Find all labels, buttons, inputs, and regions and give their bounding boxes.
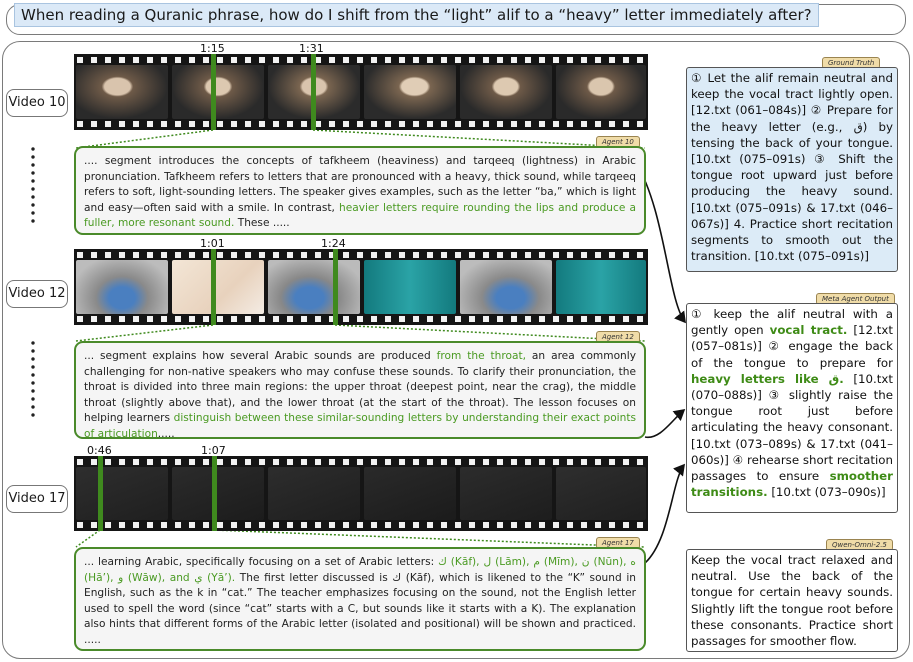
summary-text: ... learning Arabic, specifically focusi… [84,556,439,568]
video-frame [172,467,264,520]
timestamp-marker [211,54,216,130]
video-frame [460,260,552,314]
video-label: Video 10 [6,89,68,117]
video-label: Video 17 [6,485,68,513]
highlighted-text: heavy letters like ق. [691,371,844,386]
ellipsis-dots [31,145,35,227]
qwen-text: Keep the vocal tract relaxed and neutral… [691,553,893,649]
video-filmstrip[interactable] [74,249,648,325]
video-filmstrip[interactable] [74,456,648,531]
agent-summary-box: ... learning Arabic, specifically focusi… [74,547,646,651]
summary-text: These ..... [234,217,290,230]
timestamp-label: 1:01 [200,237,225,250]
timestamp-label: 1:31 [299,42,324,55]
video-frame [364,467,456,520]
timestamp-label: 0:46 [87,444,112,457]
video-frame [460,467,552,520]
video-frame [268,260,360,314]
video-filmstrip[interactable] [74,54,648,130]
video-frame [460,65,552,119]
summary-text: ..... [157,427,175,439]
video-frame [364,260,456,314]
ground-truth-text: ① Let the alif remain neutral and keep t… [691,71,894,264]
video-frame [556,260,646,314]
video-frame [268,467,360,520]
ground-truth-box: ① Let the alif remain neutral and keep t… [686,67,898,272]
agent-summary-box: .... segment introduces the concepts of … [74,146,646,235]
meta-text: [10.txt (073–090s)] [767,485,886,500]
meta-text: [10.txt (070–088s)] ③ slightly raise the… [691,371,893,484]
agent-summary-box: ... segment explains how several Arabic … [74,341,646,439]
timestamp-marker [333,249,338,325]
video-label: Video 12 [6,280,68,308]
timestamp-marker [211,249,216,325]
ellipsis-dots [31,339,35,421]
timestamp-marker [311,54,316,130]
timestamp-label: 1:07 [201,444,226,457]
video-frame [556,467,646,520]
timestamp-marker [212,456,217,531]
highlighted-text: from the throat, [436,350,526,362]
highlighted-text: vocal tract. [769,323,848,338]
video-frame [364,65,456,119]
video-frame [172,260,264,314]
timestamp-label: 1:15 [200,42,225,55]
summary-text: ... segment explains how several Arabic … [84,350,437,362]
timestamp-marker [98,456,103,531]
video-frame [556,65,646,119]
timestamp-label: 1:24 [321,237,346,250]
video-frame [76,260,168,314]
qwen-output-box: Keep the vocal tract relaxed and neutral… [686,549,898,652]
video-frame [172,65,264,119]
video-frame [76,65,168,119]
meta-agent-output-box: ① keep the alif neutral with a gently op… [686,303,898,513]
video-frame [76,467,168,520]
